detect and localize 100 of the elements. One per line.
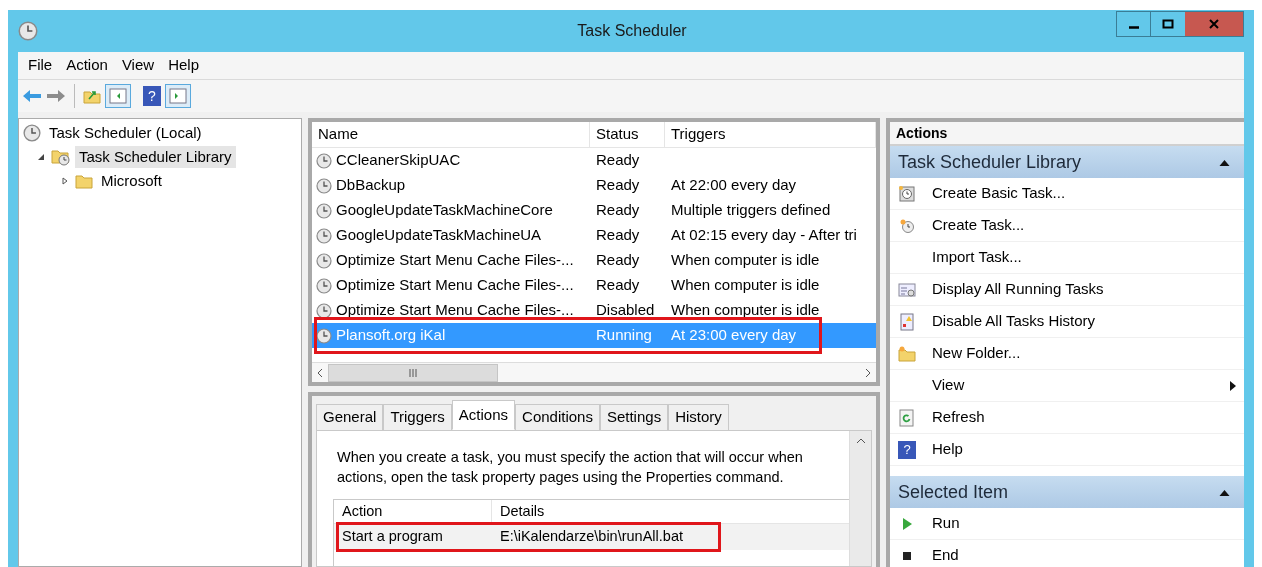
- task-name: GoogleUpdateTaskMachineCore: [336, 200, 553, 221]
- task-trigger: When computer is idle: [670, 300, 821, 321]
- horizontal-scrollbar[interactable]: [312, 362, 876, 382]
- task-trigger: At 23:00 every day: [670, 325, 798, 346]
- task-status: Ready: [595, 250, 641, 271]
- action-item[interactable]: ? Help: [890, 434, 1244, 466]
- task-status: Ready: [595, 225, 641, 246]
- tab[interactable]: Actions: [451, 400, 516, 430]
- task-trigger: Multiple triggers defined: [670, 200, 832, 221]
- close-button[interactable]: [1185, 12, 1243, 36]
- task-name: CCleanerSkipUAC: [336, 150, 461, 171]
- calendar-clock-icon: [898, 184, 916, 203]
- description-line: actions, open the task property pages using the Properties command.: [337, 468, 785, 487]
- action-item[interactable]: Disable All Tasks History: [890, 306, 1244, 338]
- action-cell-text: Start a program: [341, 527, 444, 547]
- scroll-up-icon[interactable]: [855, 437, 866, 445]
- clock-icon: [316, 327, 332, 344]
- new-folder-icon: [898, 344, 916, 363]
- back-arrow-icon[interactable]: [22, 88, 42, 104]
- column-header[interactable]: Triggers: [665, 122, 876, 147]
- description-line: When you create a task, you must specify the action that will occur when: [337, 448, 804, 467]
- help-icon: ?: [898, 440, 916, 459]
- action-item[interactable]: Run: [890, 508, 1244, 540]
- show-pane-icon[interactable]: [105, 84, 131, 108]
- task-name: DbBackup: [336, 175, 406, 196]
- task-trigger: At 02:15 every day - After tri: [670, 225, 858, 246]
- notebook-icon: [898, 312, 916, 331]
- folder-clock-icon: [51, 148, 71, 166]
- window-list-icon: [898, 280, 916, 299]
- window-title: Task Scheduler: [577, 21, 687, 41]
- submenu-arrow-icon: [1230, 380, 1236, 391]
- app-clock-icon: [18, 21, 38, 41]
- tab[interactable]: History: [668, 404, 729, 430]
- task-row[interactable]: DbBackup Ready At 22:00 every day: [312, 173, 876, 198]
- task-trigger: At 22:00 every day: [670, 175, 798, 196]
- task-name: Plansoft.org iKal: [336, 325, 446, 346]
- clock-icon: [316, 152, 332, 169]
- task-name: GoogleUpdateTaskMachineUA: [336, 225, 542, 246]
- help-icon[interactable]: ?: [143, 86, 161, 106]
- clock-icon: [316, 177, 332, 194]
- show-action-pane-icon[interactable]: [165, 84, 191, 108]
- tab[interactable]: Conditions: [515, 404, 600, 430]
- column-header[interactable]: Status: [590, 122, 665, 147]
- clock-icon: [316, 202, 332, 219]
- tree-item[interactable]: Task Scheduler Library: [75, 145, 236, 169]
- action-item[interactable]: New Folder...: [890, 338, 1244, 370]
- forward-arrow-icon[interactable]: [46, 88, 66, 104]
- task-row[interactable]: Optimize Start Menu Cache Files-... Disabled When computer is idle: [312, 298, 876, 323]
- task-status: Ready: [595, 175, 641, 196]
- task-status: Running: [595, 325, 653, 346]
- menu-item[interactable]: Action: [60, 54, 114, 77]
- task-name: Optimize Start Menu Cache Files-...: [336, 250, 574, 271]
- task-status: Ready: [595, 200, 641, 221]
- actions-pane-title: Actions: [890, 122, 1244, 146]
- vertical-scrollbar[interactable]: [849, 431, 871, 566]
- task-trigger: When computer is idle: [670, 275, 821, 296]
- task-name: Optimize Start Menu Cache Files-...: [336, 300, 574, 321]
- close-icon: [1208, 18, 1220, 30]
- action-item[interactable]: Create Basic Task...: [890, 178, 1244, 210]
- clock-icon: [316, 277, 332, 294]
- task-row[interactable]: Optimize Start Menu Cache Files-... Ready When computer is idle: [312, 273, 876, 298]
- tab[interactable]: Triggers: [383, 404, 452, 430]
- clock-icon: [316, 302, 332, 319]
- refresh-icon: [898, 408, 916, 427]
- action-item[interactable]: View: [890, 370, 1244, 402]
- action-item[interactable]: End: [890, 540, 1244, 567]
- minimize-icon: [1128, 25, 1139, 29]
- maximize-icon: [1162, 18, 1174, 30]
- column-header[interactable]: Name: [312, 122, 590, 147]
- clock-icon: [316, 252, 332, 269]
- action-item[interactable]: Import Task...: [890, 242, 1244, 274]
- tree-item[interactable]: Microsoft: [97, 169, 166, 193]
- action-item[interactable]: Refresh: [890, 402, 1244, 434]
- section-header[interactable]: Selected Item: [890, 476, 1244, 508]
- menu-item[interactable]: File: [22, 54, 59, 77]
- collapse-arrow-icon[interactable]: [1219, 158, 1230, 166]
- task-row[interactable]: CCleanerSkipUAC Ready: [312, 148, 876, 173]
- menu-item[interactable]: Help: [162, 54, 205, 77]
- details-cell-text: E:\iKalendarze\bin\runAll.bat: [499, 527, 684, 547]
- menu-item[interactable]: View: [115, 54, 161, 77]
- clock-icon: [316, 227, 332, 244]
- task-name: Optimize Start Menu Cache Files-...: [336, 275, 574, 296]
- tab[interactable]: General: [316, 404, 384, 430]
- clock-icon: [23, 124, 41, 142]
- task-row[interactable]: GoogleUpdateTaskMachineCore Ready Multiple triggers defined: [312, 198, 876, 223]
- tab[interactable]: Settings: [599, 404, 669, 430]
- section-header[interactable]: Task Scheduler Library: [890, 146, 1244, 178]
- action-item[interactable]: Display All Running Tasks: [890, 274, 1244, 306]
- collapse-arrow-icon[interactable]: [1219, 488, 1230, 496]
- folder-icon: [75, 173, 93, 189]
- task-status: Ready: [595, 150, 641, 171]
- task-status: Ready: [595, 275, 641, 296]
- task-trigger: When computer is idle: [670, 250, 821, 271]
- task-row[interactable]: Optimize Start Menu Cache Files-... Ready When computer is idle: [312, 248, 876, 273]
- scroll-thumb[interactable]: [328, 363, 498, 382]
- tree-item[interactable]: Task Scheduler (Local): [45, 121, 206, 145]
- action-item[interactable]: Create Task...: [890, 210, 1244, 242]
- column-header[interactable]: Action: [334, 500, 492, 523]
- task-status: Disabled: [595, 300, 656, 321]
- task-row[interactable]: GoogleUpdateTaskMachineUA Ready At 02:15 every day - After tri: [312, 223, 876, 248]
